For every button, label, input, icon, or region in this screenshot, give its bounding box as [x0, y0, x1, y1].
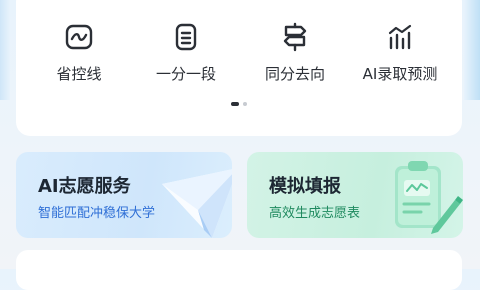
document-lines-icon — [175, 23, 197, 51]
signpost-icon — [283, 22, 307, 52]
tool-label: 一分一段 — [155, 65, 216, 83]
page-dot-active — [231, 102, 239, 106]
bottom-panel — [16, 250, 462, 290]
mock-application-card[interactable]: 模拟填报 高效生成志愿表 — [247, 152, 463, 238]
bar-trend-icon — [388, 24, 412, 50]
tools-grid: 省控线 一分一段 同分去向 AI录取预测 — [16, 0, 462, 100]
tool-ai-admission-prediction[interactable]: AI录取预测 — [345, 22, 455, 84]
tool-provincial-control-line[interactable]: 省控线 — [24, 22, 134, 84]
tool-score-segment[interactable]: 一分一段 — [131, 22, 241, 84]
background-edge-left — [0, 0, 10, 100]
card-title: AI志愿服务 — [38, 176, 131, 197]
tool-label: 省控线 — [56, 65, 102, 83]
tool-label: 同分去向 — [264, 65, 325, 83]
card-subtitle: 高效生成志愿表 — [269, 206, 361, 221]
paper-plane-icon — [162, 169, 232, 238]
ai-volunteer-service-card[interactable]: AI志愿服务 智能匹配冲稳保大学 — [16, 152, 232, 238]
clipboard-pen-icon — [395, 161, 463, 234]
tool-same-score-destination[interactable]: 同分去向 — [240, 22, 350, 84]
page-dot — [243, 102, 247, 106]
tool-label: AI录取预测 — [362, 65, 438, 83]
card-subtitle: 智能匹配冲稳保大学 — [38, 206, 156, 221]
background-edge-right — [464, 0, 480, 100]
card-title: 模拟填报 — [269, 176, 341, 197]
wave-line-icon — [65, 24, 93, 50]
